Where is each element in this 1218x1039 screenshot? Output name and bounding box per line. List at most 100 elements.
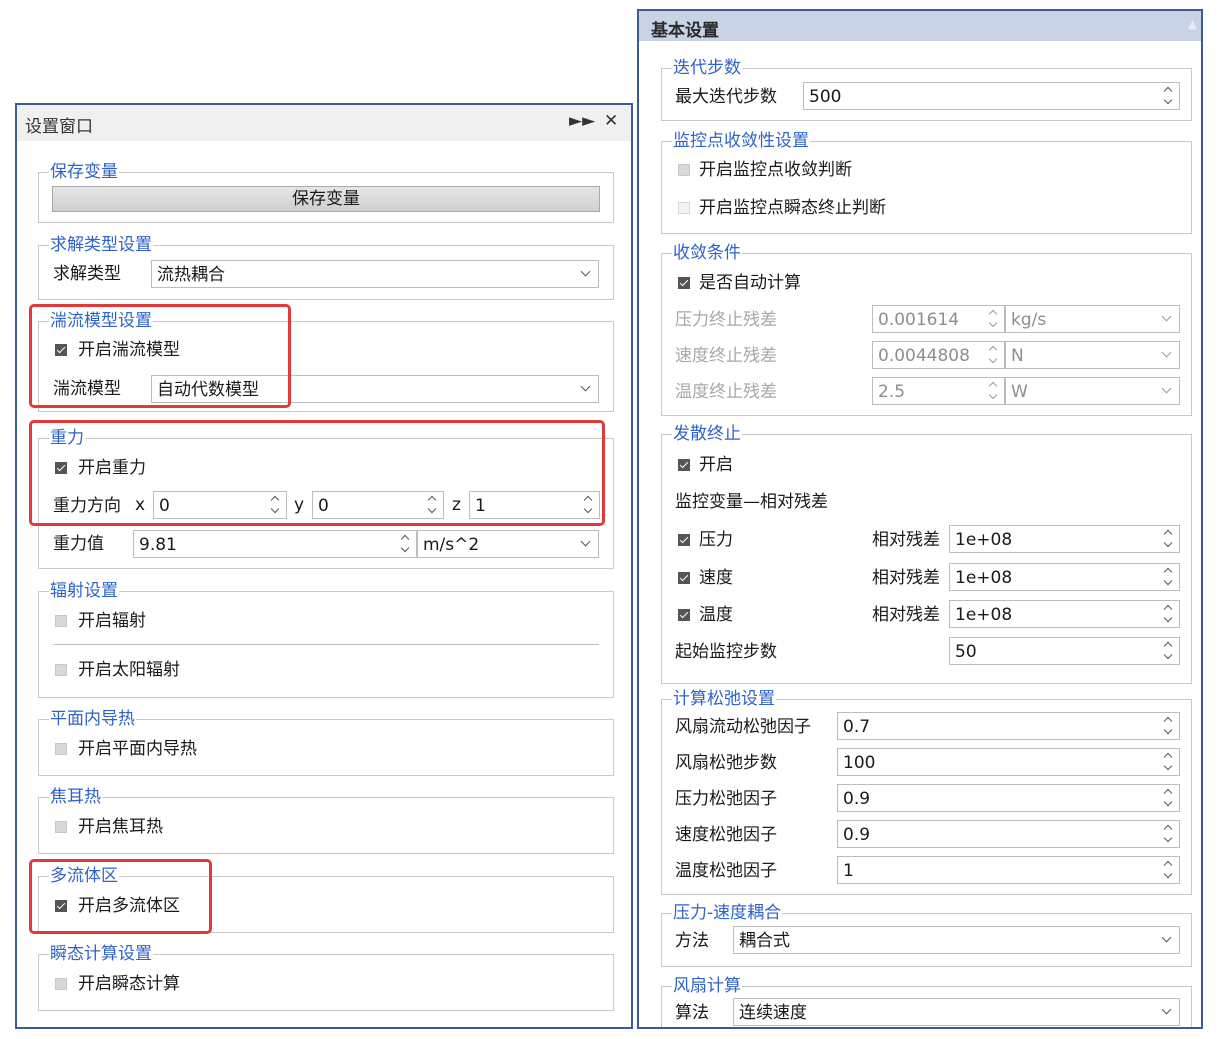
velocity-relative-residual-value: 1e+08 (955, 568, 1013, 588)
spinner-arrows-icon[interactable] (988, 380, 1000, 402)
temperature-relaxation-label: 温度松弛因子 (675, 861, 777, 881)
spinner-arrows-icon[interactable] (988, 308, 1000, 330)
auto-calc-checkbox[interactable] (678, 277, 690, 289)
pressure-residual-spinbox[interactable]: 0.001614 (872, 305, 1005, 333)
spinner-arrows-icon[interactable] (1163, 751, 1175, 773)
max-iterations-value: 500 (809, 87, 842, 107)
collapse-caret-icon[interactable]: ▲ (1188, 17, 1197, 31)
group-legend: 保存变量 (49, 159, 119, 185)
divergence-stop-group: 发散终止 开启 监控变量—相对残差 压力 相对残差 1e+08 速度 相对残差 … (661, 421, 1192, 684)
start-monitor-step-label: 起始监控步数 (675, 642, 777, 662)
group-legend: 监控点收敛性设置 (672, 128, 810, 154)
velocity-relaxation-label: 速度松弛因子 (675, 825, 777, 845)
pressure-unit-select[interactable]: kg/s (1005, 305, 1180, 333)
coupling-method-select[interactable]: 耦合式 (733, 926, 1180, 954)
relative-residual-label: 相对残差 (872, 605, 940, 625)
spinner-arrows-icon[interactable] (1163, 528, 1175, 550)
spinner-arrows-icon[interactable] (1163, 859, 1175, 881)
fan-relaxation-steps-spinbox[interactable]: 100 (837, 748, 1180, 776)
fan-flow-relaxation-spinbox[interactable]: 0.7 (837, 712, 1180, 740)
joule-heating-checkbox[interactable] (55, 821, 67, 833)
settings-window-titlebar: 设置窗口 ►► ✕ (17, 105, 631, 141)
chevron-down-icon (1161, 1004, 1172, 1015)
solve-type-value: 流热耦合 (157, 265, 225, 285)
gravity-unit-select[interactable]: m/s^2 (417, 530, 599, 558)
spinner-arrows-icon[interactable] (400, 533, 412, 555)
temperature-divergence-checkbox[interactable] (678, 609, 690, 621)
save-variables-button[interactable]: 保存变量 (52, 186, 600, 212)
transient-checkbox[interactable] (55, 978, 67, 990)
pressure-relative-residual-value: 1e+08 (955, 530, 1013, 550)
coupling-method-value: 耦合式 (739, 931, 790, 951)
basic-settings-header[interactable]: 基本设置 ▲ (639, 11, 1201, 41)
fan-algorithm-label: 算法 (675, 1003, 709, 1023)
gravity-value-spinbox[interactable]: 9.81 (133, 530, 417, 558)
velocity-relaxation-value: 0.9 (843, 825, 871, 845)
velocity-unit-select[interactable]: N (1005, 341, 1180, 369)
max-iterations-label: 最大迭代步数 (675, 87, 777, 107)
spinner-arrows-icon[interactable] (1163, 566, 1175, 588)
temperature-residual-spinbox[interactable]: 2.5 (872, 377, 1005, 405)
velocity-residual-spinbox[interactable]: 0.0044808 (872, 341, 1005, 369)
spinner-arrows-icon[interactable] (1163, 823, 1175, 845)
fan-calculation-group: 风扇计算 算法 连续速度 (661, 973, 1192, 1027)
max-iterations-spinbox[interactable]: 500 (803, 82, 1180, 110)
relaxation-group: 计算松弛设置 风扇流动松弛因子 0.7 风扇松弛步数 100 压力松弛因子 0.… (661, 686, 1192, 895)
pressure-velocity-coupling-group: 压力-速度耦合 方法 耦合式 (661, 900, 1192, 967)
in-plane-conduction-group: 平面内导热 开启平面内导热 (38, 706, 614, 776)
group-legend: 求解类型设置 (49, 232, 153, 258)
in-plane-conduction-checkbox[interactable] (55, 743, 67, 755)
spinner-arrows-icon[interactable] (1163, 603, 1175, 625)
pressure-unit-value: kg/s (1011, 310, 1047, 330)
radiation-checkbox[interactable] (55, 615, 67, 627)
fan-algorithm-select[interactable]: 连续速度 (733, 998, 1180, 1026)
joule-heating-group: 焦耳热 开启焦耳热 (38, 784, 614, 854)
spinner-arrows-icon[interactable] (1163, 715, 1175, 737)
velocity-relaxation-spinbox[interactable]: 0.9 (837, 820, 1180, 848)
pressure-residual-label: 压力终止残差 (675, 310, 777, 330)
temperature-residual-label: 温度终止残差 (675, 382, 777, 402)
monitor-convergence-checkbox-label: 开启监控点收敛判断 (699, 160, 852, 180)
temperature-relative-residual-spinbox[interactable]: 1e+08 (949, 600, 1180, 628)
pressure-residual-value: 0.001614 (878, 310, 960, 330)
gravity-unit-value: m/s^2 (423, 535, 480, 555)
temperature-unit-select[interactable]: W (1005, 377, 1180, 405)
temperature-unit-value: W (1011, 382, 1028, 402)
highlight-box-multi-fluid (29, 859, 212, 934)
start-monitor-step-spinbox[interactable]: 50 (949, 637, 1180, 665)
spinner-arrows-icon[interactable] (1163, 640, 1175, 662)
pressure-relaxation-value: 0.9 (843, 789, 871, 809)
monitor-transient-stop-checkbox-label: 开启监控点瞬态终止判断 (699, 198, 886, 218)
solve-type-label: 求解类型 (53, 264, 121, 284)
spinner-arrows-icon[interactable] (988, 344, 1000, 366)
transient-checkbox-label: 开启瞬态计算 (78, 974, 180, 994)
radiation-group: 辐射设置 开启辐射 开启太阳辐射 (38, 578, 614, 698)
group-legend: 平面内导热 (49, 706, 136, 732)
gravity-value-label: 重力值 (53, 534, 104, 554)
group-legend: 收敛条件 (672, 240, 742, 266)
double-chevron-right-icon[interactable]: ►► (569, 111, 595, 131)
monitor-transient-stop-checkbox[interactable] (678, 202, 690, 214)
pressure-relaxation-spinbox[interactable]: 0.9 (837, 784, 1180, 812)
gravity-value: 9.81 (139, 535, 177, 555)
divergence-enable-checkbox[interactable] (678, 459, 690, 471)
solar-radiation-checkbox[interactable] (55, 664, 67, 676)
group-legend: 风扇计算 (672, 973, 742, 999)
coupling-method-label: 方法 (675, 931, 709, 951)
pressure-relative-residual-spinbox[interactable]: 1e+08 (949, 525, 1180, 553)
velocity-relative-residual-spinbox[interactable]: 1e+08 (949, 563, 1180, 591)
temperature-relaxation-spinbox[interactable]: 1 (837, 856, 1180, 884)
fan-flow-relaxation-label: 风扇流动松弛因子 (675, 717, 811, 737)
velocity-divergence-checkbox[interactable] (678, 572, 690, 584)
spinner-arrows-icon[interactable] (1163, 787, 1175, 809)
monitor-convergence-checkbox[interactable] (678, 164, 690, 176)
spinner-arrows-icon[interactable] (1163, 85, 1175, 107)
radiation-checkbox-label: 开启辐射 (78, 611, 146, 631)
group-legend: 迭代步数 (672, 55, 742, 81)
group-legend: 瞬态计算设置 (49, 941, 153, 967)
solve-type-select[interactable]: 流热耦合 (151, 260, 599, 288)
solve-type-group: 求解类型设置 求解类型 流热耦合 (38, 232, 614, 300)
close-icon[interactable]: ✕ (604, 111, 618, 131)
relative-residual-label: 相对残差 (872, 568, 940, 588)
pressure-divergence-checkbox[interactable] (678, 534, 690, 546)
